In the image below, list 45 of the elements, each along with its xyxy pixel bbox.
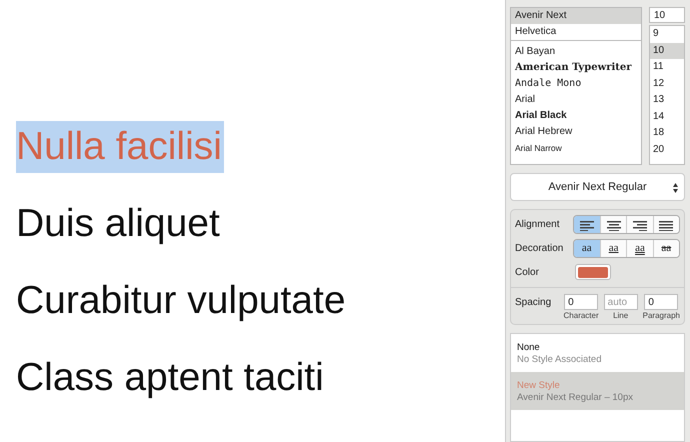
font-item[interactable]: Arial Narrow bbox=[511, 140, 641, 156]
align-left-button[interactable] bbox=[574, 216, 600, 232]
size-item[interactable]: 20 bbox=[650, 142, 684, 158]
font-item[interactable]: American Typewriter bbox=[511, 60, 641, 76]
text-line: Curabitur vulputate bbox=[16, 278, 346, 324]
color-label: Color bbox=[515, 266, 540, 278]
alignment-label: Alignment bbox=[515, 218, 560, 230]
text-line: Duis aliquet bbox=[16, 201, 220, 247]
size-item[interactable]: 11 bbox=[650, 59, 684, 76]
size-item[interactable]: 12 bbox=[650, 76, 684, 92]
decoration-label: Decoration bbox=[515, 242, 564, 254]
spacing-label: Spacing bbox=[515, 296, 552, 308]
style-item[interactable]: None No Style Associated bbox=[511, 334, 684, 372]
style-description: Avenir Next Regular – 10px bbox=[517, 392, 634, 402]
alignment-control[interactable] bbox=[572, 214, 680, 234]
spacing-field[interactable]: auto bbox=[604, 294, 638, 310]
style-name: None bbox=[517, 342, 541, 352]
strike-decoration-button[interactable]: aa bbox=[652, 240, 679, 256]
size-item[interactable]: 10 bbox=[650, 42, 684, 59]
size-item[interactable]: 13 bbox=[650, 92, 684, 108]
size-item[interactable]: 9 bbox=[650, 26, 684, 42]
size-field[interactable]: 10 bbox=[649, 7, 685, 23]
color-well[interactable] bbox=[575, 264, 611, 280]
font-item[interactable]: Arial bbox=[511, 92, 641, 108]
stepper-icon bbox=[673, 183, 678, 193]
spacing-field[interactable]: 0 bbox=[564, 294, 598, 310]
font-item[interactable]: Helvetica bbox=[511, 24, 641, 41]
font-item[interactable]: Arial Hebrew bbox=[511, 124, 641, 140]
align-justify-button[interactable] bbox=[652, 216, 679, 232]
field-caption: Paragraph bbox=[642, 311, 680, 320]
none-decoration-button[interactable]: aa bbox=[574, 240, 600, 256]
size-item[interactable]: 18 bbox=[650, 125, 684, 142]
field-caption: Line bbox=[613, 311, 628, 320]
field-caption: Character bbox=[564, 311, 599, 320]
font-item[interactable]: Andale Mono bbox=[511, 76, 641, 92]
spacing-field[interactable]: 0 bbox=[644, 294, 678, 310]
font-item[interactable]: Avenir Next bbox=[511, 8, 641, 24]
style-description: No Style Associated bbox=[517, 354, 602, 364]
font-item[interactable]: Al Bayan bbox=[511, 44, 641, 60]
text-line: Class aptent taciti bbox=[16, 355, 324, 401]
typeface-dropdown[interactable]: Avenir Next Regular bbox=[510, 173, 685, 201]
size-item[interactable]: 14 bbox=[650, 108, 684, 125]
style-name: New Style bbox=[517, 380, 561, 390]
font-item[interactable]: Arial Black bbox=[511, 108, 641, 124]
decoration-control[interactable]: aa aa aa aa bbox=[572, 238, 680, 258]
